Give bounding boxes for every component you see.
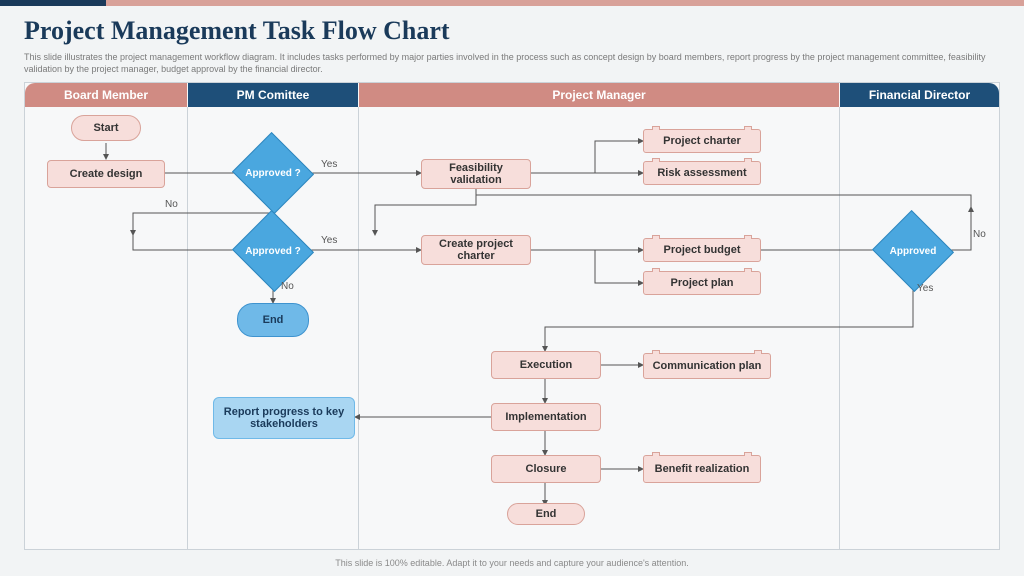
lane-header-project-manager: Project Manager <box>359 83 839 107</box>
slide-title: Project Management Task Flow Chart <box>24 16 450 46</box>
node-create-design: Create design <box>47 160 165 188</box>
node-approved-3: Approved <box>883 223 943 279</box>
node-create-charter: Create project charter <box>421 235 531 265</box>
slide-subtitle: This slide illustrates the project manag… <box>24 52 1000 75</box>
node-start: Start <box>71 115 141 141</box>
node-end-2: End <box>507 503 585 525</box>
edge-label-no: No <box>973 229 986 240</box>
edge-label-yes: Yes <box>321 159 337 170</box>
node-report-progress: Report progress to key stakeholders <box>213 397 355 439</box>
edge-label-no: No <box>281 281 294 292</box>
flowchart-container: Board Member PM Comittee Project Manager… <box>24 82 1000 550</box>
edge-label-no: No <box>165 199 178 210</box>
footer-note: This slide is 100% editable. Adapt it to… <box>0 558 1024 568</box>
decision-label: Approved <box>883 223 943 279</box>
node-comm-plan: Communication plan <box>643 353 771 379</box>
lane-divider <box>187 107 188 549</box>
node-project-plan: Project plan <box>643 271 761 295</box>
edge-label-yes: Yes <box>321 235 337 246</box>
node-risk-assessment: Risk assessment <box>643 161 761 185</box>
lane-header-financial-director: Financial Director <box>840 83 999 107</box>
node-project-charter: Project charter <box>643 129 761 153</box>
lane-header-board-member: Board Member <box>25 83 187 107</box>
edge-label-yes: Yes <box>917 283 933 294</box>
node-benefit: Benefit realization <box>643 455 761 483</box>
decision-label: Approved ? <box>243 223 303 279</box>
decision-label: Approved ? <box>243 145 303 201</box>
node-closure: Closure <box>491 455 601 483</box>
node-implementation: Implementation <box>491 403 601 431</box>
lane-header-pm-committee: PM Comittee <box>188 83 358 107</box>
slide: Project Management Task Flow Chart This … <box>0 0 1024 576</box>
node-end-1: End <box>237 303 309 337</box>
node-feasibility: Feasibility validation <box>421 159 531 189</box>
lane-divider <box>358 107 359 549</box>
top-accent-bar <box>0 0 1024 6</box>
node-project-budget: Project budget <box>643 238 761 262</box>
lane-divider <box>839 107 840 549</box>
node-approved-2: Approved ? <box>243 223 303 279</box>
node-execution: Execution <box>491 351 601 379</box>
node-approved-1: Approved ? <box>243 145 303 201</box>
